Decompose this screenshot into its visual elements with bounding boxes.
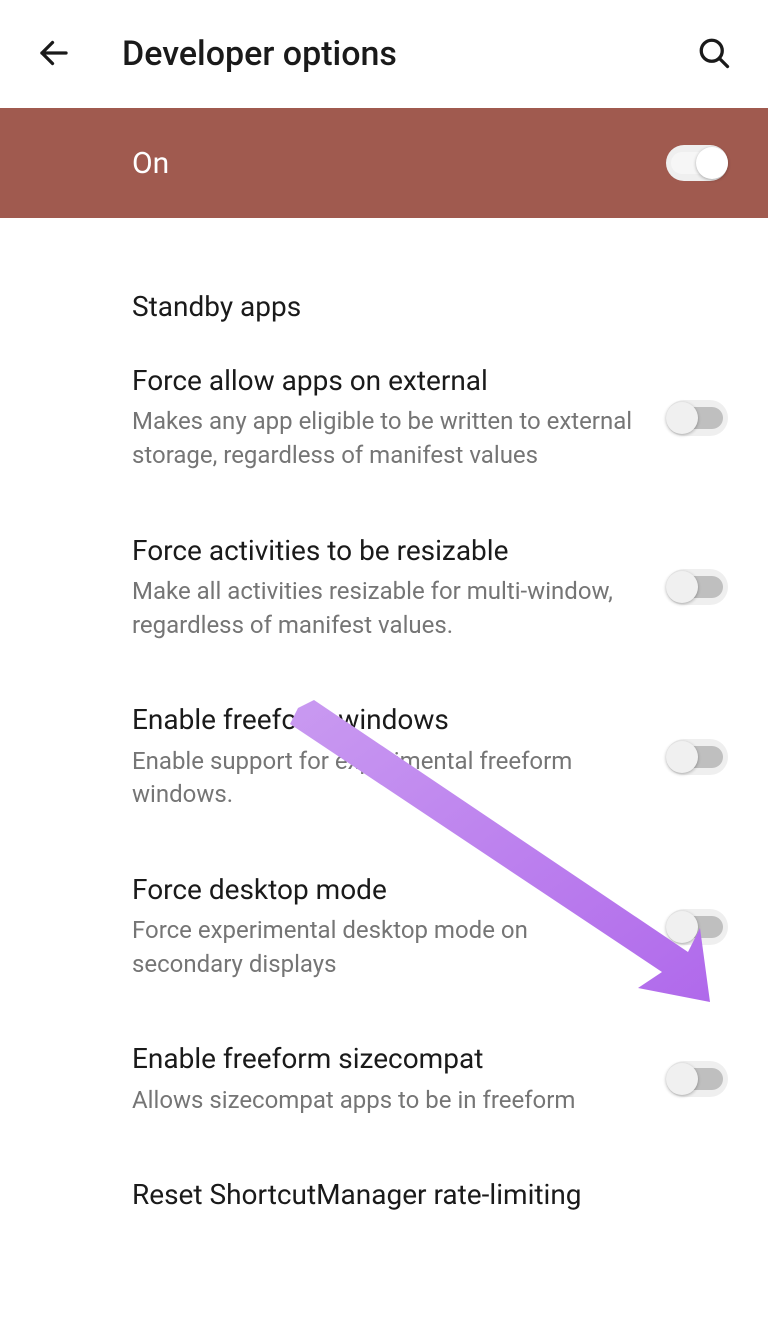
- toggle-thumb: [666, 1063, 698, 1095]
- setting-force-allow-external[interactable]: Force allow apps on external Makes any a…: [132, 323, 728, 493]
- setting-text: Force activities to be resizable Make al…: [132, 533, 636, 643]
- setting-reset-shortcutmanager[interactable]: Reset ShortcutManager rate-limiting: [132, 1137, 728, 1239]
- search-icon: [696, 35, 732, 74]
- back-button[interactable]: [24, 23, 84, 86]
- setting-text: Enable freeform windows Enable support f…: [132, 702, 636, 812]
- toggle-thumb: [666, 911, 698, 943]
- toggle-force-activities-resizable[interactable]: [666, 569, 728, 605]
- setting-enable-freeform-windows[interactable]: Enable freeform windows Enable support f…: [132, 662, 728, 832]
- setting-text: Force allow apps on external Makes any a…: [132, 363, 636, 473]
- search-button[interactable]: [684, 23, 744, 86]
- setting-title: Force allow apps on external: [132, 363, 636, 399]
- setting-text: Reset ShortcutManager rate-limiting: [132, 1177, 728, 1219]
- setting-title: Enable freeform sizecompat: [132, 1041, 636, 1077]
- setting-desc: Makes any app eligible to be written to …: [132, 405, 636, 472]
- setting-force-activities-resizable[interactable]: Force activities to be resizable Make al…: [132, 493, 728, 663]
- master-toggle[interactable]: [666, 145, 728, 181]
- master-toggle-banner: On: [0, 108, 768, 218]
- section-standby-apps[interactable]: Standby apps: [132, 290, 728, 323]
- arrow-left-icon: [36, 35, 72, 74]
- setting-force-desktop-mode[interactable]: Force desktop mode Force experimental de…: [132, 832, 728, 1002]
- toggle-force-allow-external[interactable]: [666, 400, 728, 436]
- toggle-thumb: [666, 402, 698, 434]
- toggle-thumb: [666, 741, 698, 773]
- toggle-thumb: [696, 147, 728, 179]
- app-header: Developer options: [0, 0, 768, 108]
- master-toggle-label: On: [132, 146, 169, 181]
- toggle-force-desktop-mode[interactable]: [666, 909, 728, 945]
- setting-title: Force activities to be resizable: [132, 533, 636, 569]
- setting-desc: Allows sizecompat apps to be in freeform: [132, 1084, 636, 1118]
- toggle-enable-freeform-sizecompat[interactable]: [666, 1061, 728, 1097]
- page-title: Developer options: [122, 34, 684, 74]
- setting-desc: Force experimental desktop mode on secon…: [132, 914, 636, 981]
- toggle-thumb: [666, 571, 698, 603]
- setting-title: Reset ShortcutManager rate-limiting: [132, 1177, 728, 1213]
- setting-desc: Make all activities resizable for multi-…: [132, 575, 636, 642]
- toggle-enable-freeform-windows[interactable]: [666, 739, 728, 775]
- setting-title: Enable freeform windows: [132, 702, 636, 738]
- settings-list: Standby apps Force allow apps on externa…: [0, 290, 768, 1240]
- setting-desc: Enable support for experimental freeform…: [132, 745, 636, 812]
- setting-text: Force desktop mode Force experimental de…: [132, 872, 636, 982]
- setting-title: Force desktop mode: [132, 872, 636, 908]
- setting-text: Enable freeform sizecompat Allows sizeco…: [132, 1041, 636, 1117]
- setting-enable-freeform-sizecompat[interactable]: Enable freeform sizecompat Allows sizeco…: [132, 1001, 728, 1137]
